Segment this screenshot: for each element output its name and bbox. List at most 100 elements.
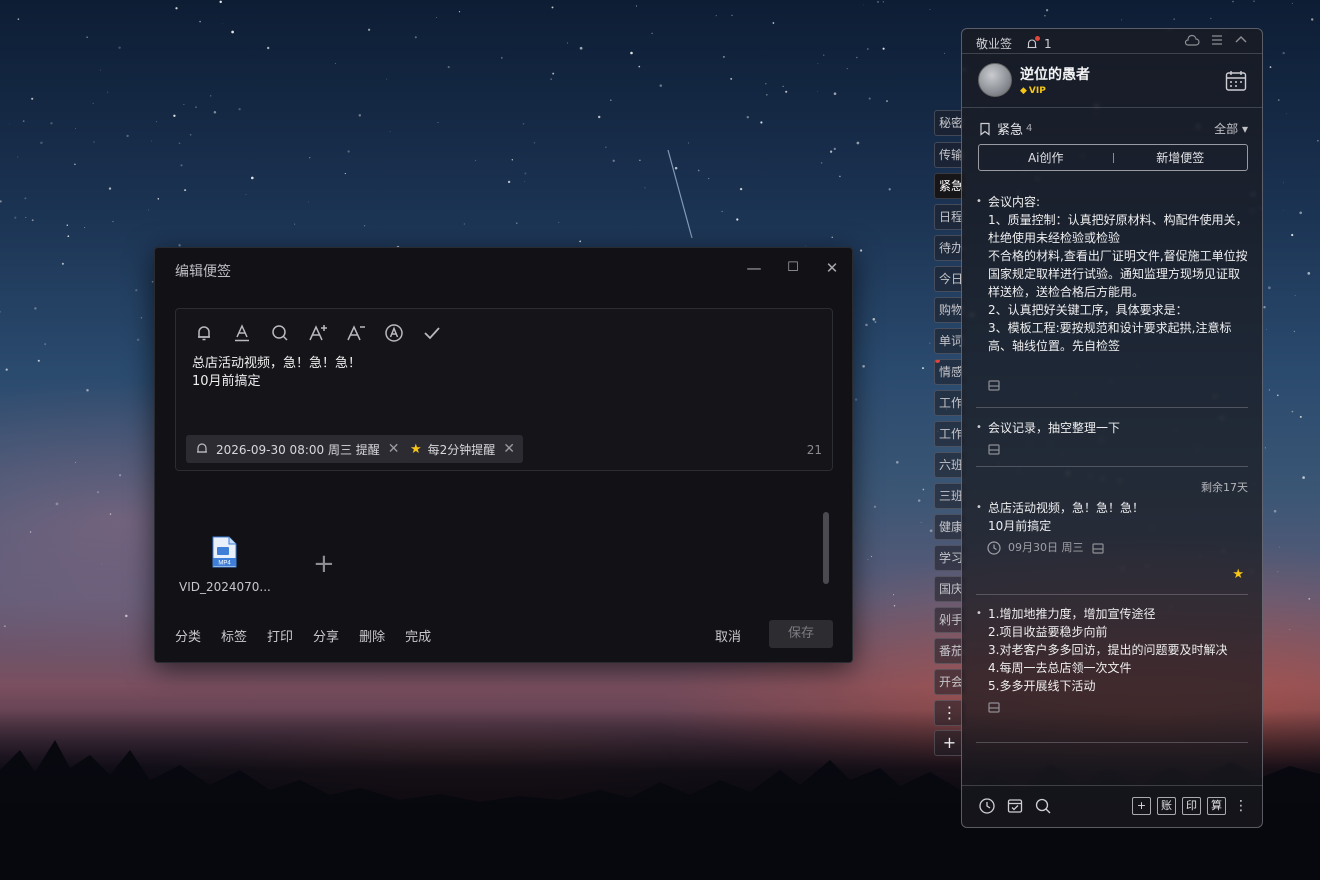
search-icon[interactable] bbox=[268, 321, 292, 345]
save-button[interactable]: 保存 bbox=[769, 620, 833, 648]
note-bullet: • bbox=[976, 502, 982, 513]
reminder-tag[interactable]: 2026-09-30 08:00 周三 提醒 ✕ bbox=[186, 435, 408, 463]
filter-dropdown[interactable]: 全部 ▾ bbox=[1214, 120, 1248, 137]
user-profile[interactable]: 逆位的愚者 ◆ VIP bbox=[978, 63, 1090, 97]
new-note-button[interactable]: 新增便签 bbox=[1114, 149, 1248, 166]
star bbox=[707, 177, 710, 180]
avatar[interactable] bbox=[978, 63, 1012, 97]
star bbox=[0, 200, 2, 203]
side-tab[interactable]: 今日 bbox=[934, 266, 964, 292]
side-tab[interactable]: 情感 bbox=[934, 359, 964, 385]
star bbox=[859, 249, 863, 252]
more-tabs-icon[interactable]: ⋮ bbox=[934, 700, 964, 726]
side-tab[interactable]: 工作 bbox=[934, 421, 964, 447]
side-tab[interactable]: 三班 bbox=[934, 483, 964, 509]
print-button[interactable]: 打印 bbox=[267, 626, 293, 645]
font-decrease-icon[interactable] bbox=[344, 321, 368, 345]
category-button[interactable]: 分类 bbox=[175, 626, 201, 645]
star bbox=[14, 216, 17, 219]
clock-icon[interactable] bbox=[978, 797, 996, 815]
side-tab[interactable]: 秘密 bbox=[934, 110, 964, 136]
scrollbar-thumb[interactable] bbox=[823, 512, 829, 584]
menu-icon[interactable] bbox=[1210, 33, 1224, 47]
ai-create-button[interactable]: Ai创作 bbox=[979, 149, 1113, 166]
star bbox=[524, 172, 527, 175]
add-tab-icon[interactable]: + bbox=[934, 730, 964, 756]
notification-bell-icon[interactable] bbox=[1026, 35, 1041, 51]
maximize-button[interactable]: ☐ bbox=[782, 258, 804, 278]
text-color-icon[interactable] bbox=[230, 321, 254, 345]
star bbox=[294, 223, 296, 225]
tag-button[interactable]: 标签 bbox=[221, 626, 247, 645]
side-tab[interactable]: 六班 bbox=[934, 452, 964, 478]
remove-repeat-icon[interactable]: ✕ bbox=[503, 441, 515, 457]
minimize-button[interactable]: — bbox=[743, 258, 765, 278]
side-tab[interactable]: 购物 bbox=[934, 297, 964, 323]
note-content[interactable]: 总店活动视频，急！急！急！ 10月前搞定 bbox=[192, 355, 361, 391]
repeat-tag[interactable]: ★ 每2分钟提醒 ✕ bbox=[402, 435, 524, 463]
side-tab[interactable]: 紧急 bbox=[934, 173, 964, 199]
bell-icon[interactable] bbox=[192, 321, 216, 345]
close-button[interactable]: ✕ bbox=[821, 258, 843, 278]
side-tab[interactable]: 健康 bbox=[934, 514, 964, 540]
collapse-chevron-icon[interactable] bbox=[1234, 33, 1248, 47]
star bbox=[1045, 9, 1049, 12]
text-style-icon[interactable] bbox=[382, 321, 406, 345]
archive-icon[interactable] bbox=[986, 377, 1002, 393]
note-item[interactable]: • 会议内容: 1、质量控制：认真把好原材料、构配件使用关，杜绝使用未经检验或检… bbox=[976, 193, 1248, 393]
star bbox=[1268, 389, 1271, 391]
note-item[interactable]: • 总店活动视频，急！急！急！ 10月前搞定 09月30日 周三 bbox=[976, 499, 1248, 557]
side-tab[interactable]: 日程 bbox=[934, 204, 964, 230]
more-options-icon[interactable]: ⋮ bbox=[1234, 798, 1248, 814]
meteor-streak bbox=[667, 149, 693, 239]
archive-icon[interactable] bbox=[986, 699, 1002, 715]
share-button[interactable]: 分享 bbox=[313, 626, 339, 645]
archive-icon[interactable] bbox=[986, 441, 1002, 457]
note-item[interactable]: • 1.增加地推力度，增加宣传途径 2.项目收益要稳步向前 3.对老客户多多回访… bbox=[976, 605, 1248, 715]
side-tab[interactable]: 学习 bbox=[934, 545, 964, 571]
star bbox=[550, 78, 552, 80]
star-icon[interactable]: ★ bbox=[1232, 567, 1244, 582]
side-tab[interactable]: 剁手 bbox=[934, 607, 964, 633]
remove-reminder-icon[interactable]: ✕ bbox=[388, 441, 400, 457]
font-increase-icon[interactable] bbox=[306, 321, 330, 345]
note-divider bbox=[976, 407, 1248, 408]
add-box-button[interactable]: + bbox=[1132, 797, 1151, 815]
star bbox=[736, 218, 739, 221]
side-tab[interactable]: 传输 bbox=[934, 142, 964, 168]
todo-box-icon[interactable] bbox=[1006, 797, 1024, 815]
star bbox=[839, 175, 841, 178]
add-attachment-button[interactable]: + bbox=[313, 550, 335, 578]
side-tab[interactable]: 国庆 bbox=[934, 576, 964, 602]
print-button[interactable]: 印 bbox=[1182, 797, 1201, 815]
star bbox=[516, 222, 518, 224]
star bbox=[189, 133, 192, 136]
star bbox=[1291, 2, 1293, 4]
side-tab[interactable]: 单词 bbox=[934, 328, 964, 354]
note-text: 1.增加地推力度，增加宣传途径 2.项目收益要稳步向前 3.对老客户多多回访，提… bbox=[988, 607, 1228, 693]
star bbox=[551, 6, 554, 9]
note-editor[interactable]: 总店活动视频，急！急！急！ 10月前搞定 2026-09-30 08:00 周三… bbox=[175, 308, 833, 471]
check-icon[interactable] bbox=[420, 321, 444, 345]
bottom-divider bbox=[962, 785, 1262, 786]
star bbox=[722, 55, 725, 58]
cloud-sync-icon[interactable] bbox=[1184, 33, 1200, 47]
side-tab[interactable]: 工作 bbox=[934, 390, 964, 416]
star bbox=[140, 316, 143, 319]
side-tab[interactable]: 番茄 bbox=[934, 638, 964, 664]
calculate-button[interactable]: 算 bbox=[1207, 797, 1226, 815]
note-item[interactable]: • 会议记录，抽空整理一下 bbox=[976, 419, 1248, 457]
attachment-item[interactable]: MP4 VID_2024070... bbox=[179, 536, 271, 594]
side-tab[interactable]: 待办 bbox=[934, 235, 964, 261]
star bbox=[436, 17, 437, 18]
delete-button[interactable]: 删除 bbox=[359, 626, 385, 645]
archive-icon[interactable] bbox=[1090, 540, 1106, 556]
search-icon[interactable] bbox=[1034, 797, 1052, 815]
category-count: 4 bbox=[1026, 123, 1033, 134]
cancel-button[interactable]: 取消 bbox=[715, 626, 741, 645]
star bbox=[107, 91, 109, 93]
account-button[interactable]: 账 bbox=[1157, 797, 1176, 815]
complete-button[interactable]: 完成 bbox=[405, 626, 431, 645]
calendar-icon[interactable] bbox=[1224, 69, 1248, 93]
side-tab[interactable]: 开会 bbox=[934, 669, 964, 695]
